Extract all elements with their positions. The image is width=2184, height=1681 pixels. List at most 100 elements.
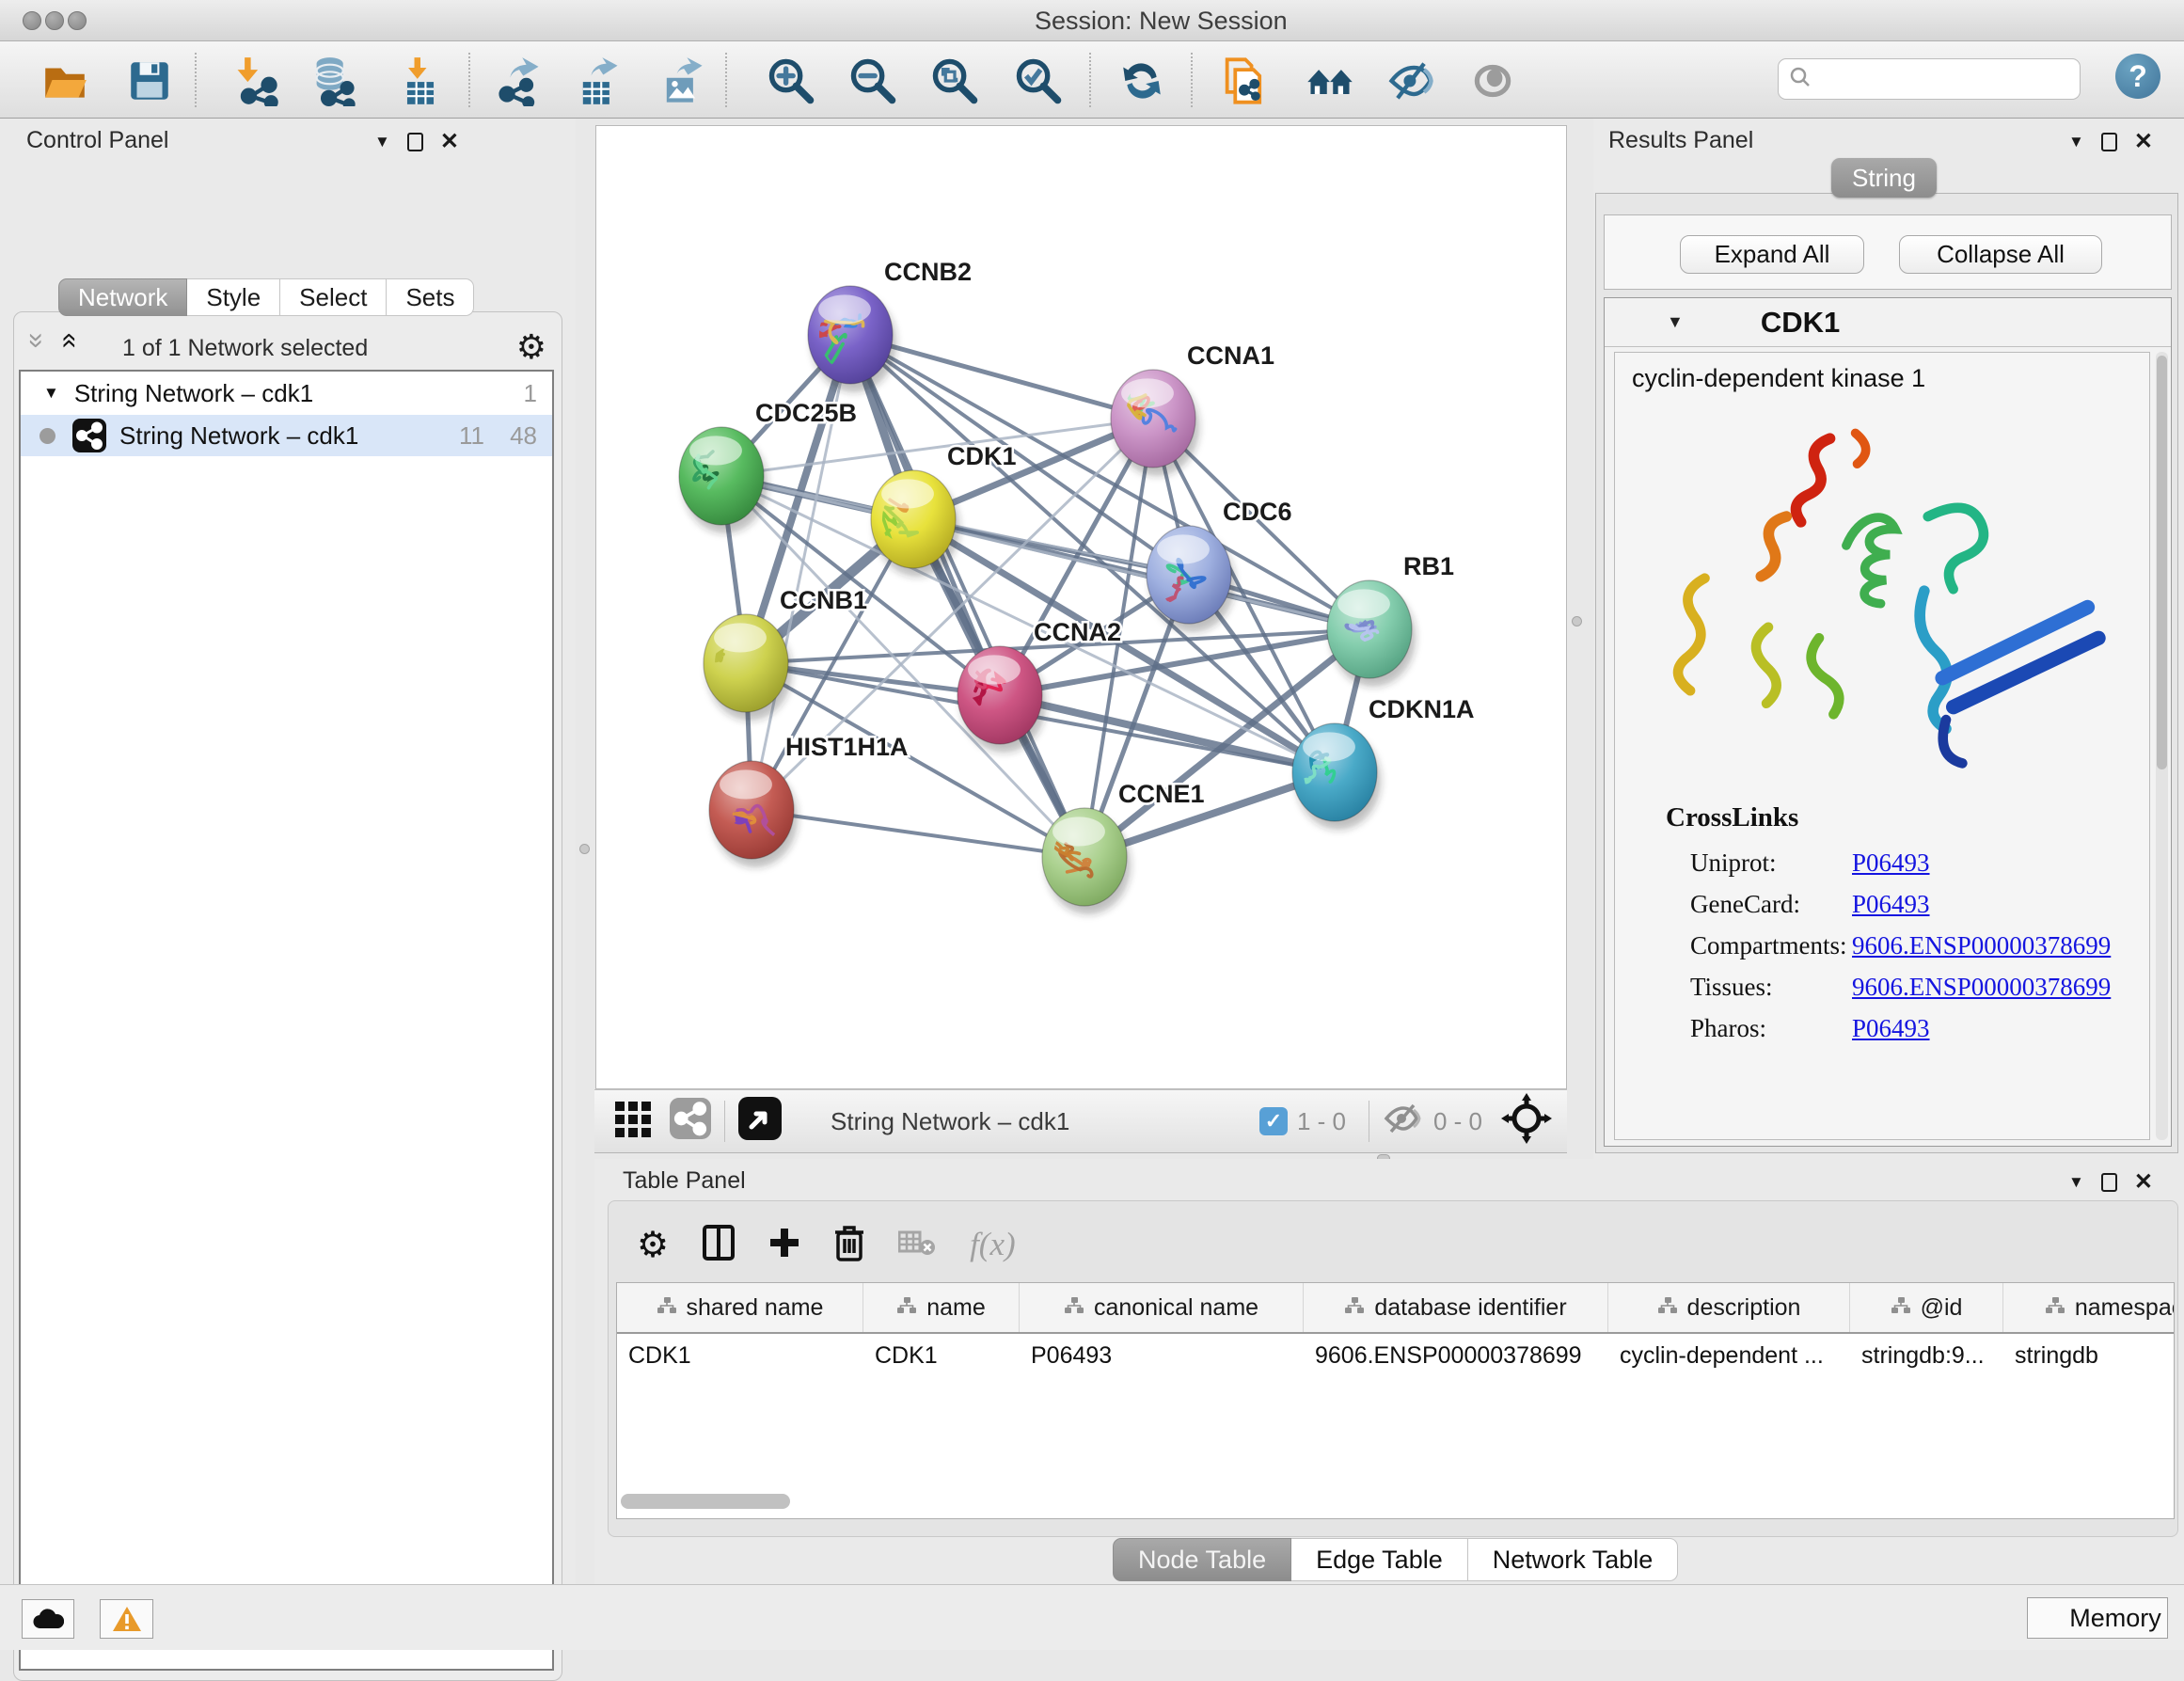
expand-all-icon[interactable]: « bbox=[60, 333, 79, 349]
tab-sets[interactable]: Sets bbox=[387, 278, 474, 316]
table-cell: CDK1 bbox=[863, 1342, 1020, 1370]
export-network-icon[interactable] bbox=[492, 54, 546, 108]
delete-column-icon[interactable] bbox=[834, 1224, 864, 1266]
crosslink-pharos[interactable]: P06493 bbox=[1852, 1014, 1930, 1043]
search-icon bbox=[1788, 65, 1812, 94]
add-column-icon[interactable] bbox=[768, 1225, 800, 1265]
tab-node-table[interactable]: Node Table bbox=[1113, 1538, 1291, 1581]
network-edge-CCNE1-HIST1H1A[interactable] bbox=[752, 810, 1084, 857]
crosslink-tissues[interactable]: 9606.ENSP00000378699 bbox=[1852, 973, 2111, 1002]
home-view-icon[interactable] bbox=[1303, 54, 1357, 108]
zoom-out-icon[interactable] bbox=[846, 54, 900, 108]
right-splitter-handle[interactable] bbox=[1572, 616, 1582, 626]
collapse-all-icon[interactable]: « bbox=[24, 333, 43, 349]
export-table-icon[interactable] bbox=[571, 54, 625, 108]
save-icon[interactable] bbox=[122, 54, 177, 108]
float-panel-icon[interactable] bbox=[407, 133, 423, 151]
clone-network-icon[interactable] bbox=[1217, 54, 1272, 108]
cloud-button[interactable] bbox=[22, 1599, 74, 1639]
tab-style[interactable]: Style bbox=[187, 278, 280, 316]
network-canvas[interactable]: CCNB2CCNA1CDC25BCDK1CDC6RB1CCNB1CCNA2CDK… bbox=[595, 125, 1567, 1089]
tab-string[interactable]: String bbox=[1831, 158, 1937, 198]
open-file-icon[interactable] bbox=[38, 54, 92, 108]
help-button[interactable]: ? bbox=[2115, 54, 2160, 99]
close-window-button[interactable] bbox=[23, 11, 41, 30]
minimize-window-button[interactable] bbox=[45, 11, 64, 30]
network-row-selected[interactable]: String Network – cdk1 11 48 bbox=[21, 415, 552, 456]
preview-disabled-icon[interactable] bbox=[1465, 54, 1520, 108]
column-header-namespace[interactable]: namespace bbox=[2003, 1283, 2175, 1332]
split-columns-icon[interactable] bbox=[703, 1225, 735, 1265]
network-node-CDK1[interactable] bbox=[871, 470, 959, 577]
share-view-icon[interactable] bbox=[670, 1098, 711, 1146]
warning-button[interactable] bbox=[100, 1599, 153, 1639]
column-header-@id[interactable]: @id bbox=[1850, 1283, 2003, 1332]
column-type-icon bbox=[657, 1294, 677, 1322]
results-scrollbar[interactable] bbox=[2156, 352, 2168, 1140]
network-node-CCNB2[interactable] bbox=[808, 286, 896, 392]
protein-disclosure-icon[interactable]: ▼ bbox=[1667, 312, 1684, 332]
cloud-icon bbox=[32, 1608, 64, 1630]
tab-network[interactable]: Network bbox=[58, 278, 187, 316]
import-database-icon[interactable] bbox=[307, 54, 361, 108]
selected-checkbox-icon[interactable]: ✓ bbox=[1259, 1107, 1288, 1135]
clear-table-icon[interactable] bbox=[898, 1229, 936, 1261]
float-panel-icon[interactable] bbox=[2101, 1173, 2117, 1192]
zoom-fit-icon[interactable] bbox=[927, 54, 982, 108]
tab-network-table[interactable]: Network Table bbox=[1468, 1538, 1679, 1581]
toolbar-separator bbox=[195, 53, 197, 107]
table-row[interactable]: CDK1CDK1P064939606.ENSP00000378699cyclin… bbox=[617, 1334, 2174, 1377]
network-node-RB1[interactable] bbox=[1327, 580, 1416, 687]
column-header-canonical-name[interactable]: canonical name bbox=[1020, 1283, 1304, 1332]
maximize-window-button[interactable] bbox=[68, 11, 87, 30]
settings-gear-icon[interactable]: ⚙ bbox=[637, 1224, 669, 1266]
memory-button[interactable]: Memory bbox=[2027, 1597, 2168, 1639]
tab-edge-table[interactable]: Edge Table bbox=[1291, 1538, 1468, 1581]
network-options-gear-icon[interactable]: ⚙ bbox=[516, 327, 546, 367]
show-hide-icon[interactable] bbox=[1384, 54, 1438, 108]
move-crosshair-icon[interactable] bbox=[1501, 1093, 1552, 1150]
crosslink-genecard[interactable]: P06493 bbox=[1852, 890, 1930, 919]
tab-select[interactable]: Select bbox=[280, 278, 387, 316]
search-input[interactable] bbox=[1778, 58, 2081, 100]
close-panel-icon[interactable]: ✕ bbox=[2134, 1168, 2153, 1196]
collapse-panel-icon[interactable]: ▼ bbox=[2068, 133, 2084, 151]
node-table[interactable]: shared namenamecanonical namedatabase id… bbox=[616, 1282, 2175, 1519]
column-header-database-identifier[interactable]: database identifier bbox=[1304, 1283, 1608, 1332]
selected-counts: 1 - 0 bbox=[1297, 1107, 1346, 1136]
protein-card-header[interactable]: ▼ CDK1 bbox=[1605, 298, 2171, 347]
navigator-icon[interactable] bbox=[738, 1097, 782, 1147]
warning-icon bbox=[112, 1606, 142, 1632]
column-header-shared-name[interactable]: shared name bbox=[617, 1283, 863, 1332]
column-type-icon bbox=[896, 1294, 917, 1322]
collection-disclosure-icon[interactable]: ▼ bbox=[43, 384, 59, 403]
network-node-CDKN1A[interactable] bbox=[1292, 723, 1381, 830]
import-table-icon[interactable] bbox=[393, 54, 448, 108]
refresh-icon[interactable] bbox=[1115, 54, 1169, 108]
collapse-panel-icon[interactable]: ▼ bbox=[2068, 1173, 2084, 1192]
network-node-CCNE1[interactable] bbox=[1042, 808, 1131, 914]
zoom-selected-icon[interactable] bbox=[1011, 54, 1066, 108]
network-node-CCNA1[interactable] bbox=[1111, 370, 1199, 476]
export-image-icon[interactable] bbox=[655, 54, 709, 108]
table-cell: stringdb bbox=[2003, 1342, 2175, 1370]
protein-card: ▼ CDK1 cyclin-dependent kinase 1 bbox=[1604, 297, 2172, 1147]
function-builder-icon[interactable]: f(x) bbox=[970, 1226, 1016, 1263]
import-network-icon[interactable] bbox=[229, 54, 283, 108]
collapse-all-button[interactable]: Collapse All bbox=[1899, 235, 2102, 274]
crosslink-uniprot[interactable]: P06493 bbox=[1852, 848, 1930, 878]
crosslink-compartments[interactable]: 9606.ENSP00000378699 bbox=[1852, 931, 2111, 960]
close-panel-icon[interactable]: ✕ bbox=[2134, 128, 2153, 155]
zoom-in-icon[interactable] bbox=[764, 54, 818, 108]
grid-view-icon[interactable] bbox=[613, 1098, 655, 1146]
left-splitter-handle[interactable] bbox=[579, 844, 590, 854]
table-horizontal-scrollbar[interactable] bbox=[621, 1494, 790, 1509]
expand-all-button[interactable]: Expand All bbox=[1680, 235, 1864, 274]
close-panel-icon[interactable]: ✕ bbox=[440, 128, 459, 155]
collapse-panel-icon[interactable]: ▼ bbox=[374, 133, 390, 151]
network-collection-row[interactable]: ▼ String Network – cdk1 1 bbox=[21, 372, 552, 415]
hidden-eye-icon[interactable] bbox=[1383, 1103, 1424, 1140]
column-header-description[interactable]: description bbox=[1608, 1283, 1850, 1332]
column-header-name[interactable]: name bbox=[863, 1283, 1020, 1332]
float-panel-icon[interactable] bbox=[2101, 133, 2117, 151]
